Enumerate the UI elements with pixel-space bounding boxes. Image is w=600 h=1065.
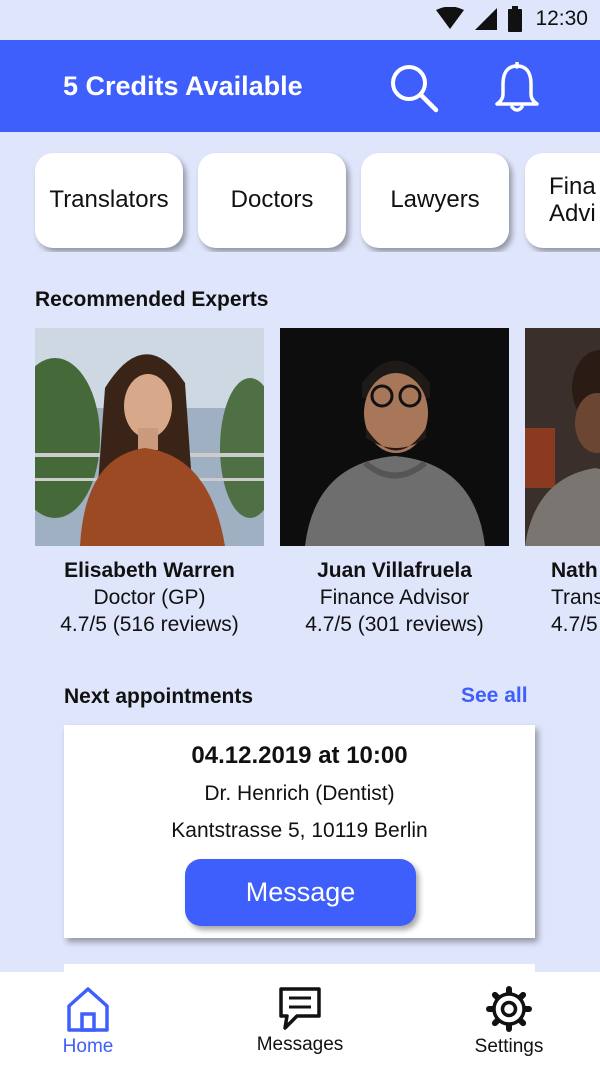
status-time: 12:30 bbox=[535, 7, 588, 30]
status-icons: 12:30 bbox=[435, 6, 588, 32]
expert-role: Trans bbox=[551, 586, 600, 609]
expert-card[interactable]: Nath Trans 4.7/5 bbox=[525, 328, 600, 637]
app-header: 5 Credits Available bbox=[0, 40, 600, 132]
gear-icon bbox=[486, 986, 532, 1032]
appointments-title: Next appointments bbox=[64, 685, 254, 708]
nav-home-label: Home bbox=[62, 1036, 114, 1057]
message-icon bbox=[279, 987, 321, 1030]
chip-translators[interactable]: Translators bbox=[35, 153, 183, 248]
expert-photo bbox=[35, 328, 264, 546]
experts-carousel: Elisabeth Warren Doctor (GP) 4.7/5 (516 … bbox=[0, 328, 600, 648]
appointment-doctor: Dr. Henrich (Dentist) bbox=[204, 782, 395, 805]
search-icon bbox=[391, 65, 439, 113]
expert-name: Elisabeth Warren bbox=[64, 559, 235, 582]
appointment-address: Kantstrasse 5, 10119 Berlin bbox=[171, 819, 428, 842]
expert-photo bbox=[525, 328, 600, 546]
status-bar: 12:30 bbox=[0, 0, 600, 40]
nav-messages-label: Messages bbox=[256, 1034, 344, 1055]
expert-card[interactable]: Elisabeth Warren Doctor (GP) 4.7/5 (516 … bbox=[35, 328, 264, 637]
chip-financial-advisors[interactable]: Fina Advi bbox=[525, 153, 600, 248]
message-button[interactable]: Message bbox=[185, 859, 416, 926]
see-all-link[interactable]: See all bbox=[461, 684, 528, 708]
expert-name: Nath bbox=[551, 559, 598, 582]
chip-lawyers[interactable]: Lawyers bbox=[361, 153, 509, 248]
expert-rating: 4.7/5 (301 reviews) bbox=[305, 613, 484, 636]
expert-rating: 4.7/5 bbox=[551, 613, 598, 636]
battery-icon bbox=[508, 6, 523, 32]
nav-messages[interactable]: Messages bbox=[250, 986, 350, 1056]
recommended-title: Recommended Experts bbox=[35, 288, 269, 311]
appointment-date: 04.12.2019 at 10:00 bbox=[191, 742, 408, 769]
signal-icon bbox=[475, 8, 498, 30]
bell-icon bbox=[495, 61, 539, 112]
expert-name: Juan Villafruela bbox=[317, 559, 472, 582]
credits-title: 5 Credits Available bbox=[63, 71, 303, 101]
notifications-button[interactable] bbox=[493, 61, 541, 114]
expert-role: Doctor (GP) bbox=[93, 586, 206, 609]
home-icon bbox=[67, 987, 109, 1032]
wifi-icon bbox=[436, 7, 465, 29]
chip-doctors[interactable]: Doctors bbox=[198, 153, 346, 248]
nav-home[interactable]: Home bbox=[48, 986, 128, 1058]
appointment-card: 04.12.2019 at 10:00 Dr. Henrich (Dentist… bbox=[64, 725, 535, 938]
expert-photo bbox=[280, 328, 509, 546]
expert-card[interactable]: Juan Villafruela Finance Advisor 4.7/5 (… bbox=[280, 328, 509, 637]
nav-settings[interactable]: Settings bbox=[465, 986, 553, 1058]
bottom-nav: Home Messages Settings bbox=[0, 972, 600, 1065]
expert-rating: 4.7/5 (516 reviews) bbox=[60, 613, 239, 636]
search-button[interactable] bbox=[388, 62, 440, 114]
category-chips: Translators Doctors Lawyers Fina Advi bbox=[0, 152, 600, 252]
expert-role: Finance Advisor bbox=[319, 586, 470, 609]
nav-settings-label: Settings bbox=[474, 1036, 544, 1057]
